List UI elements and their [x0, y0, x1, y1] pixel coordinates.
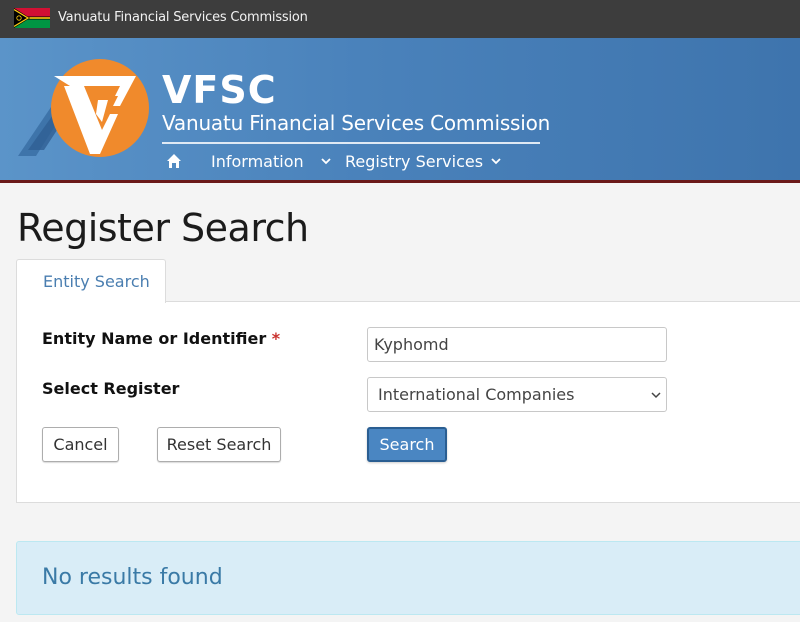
cancel-button[interactable]: Cancel — [42, 427, 119, 462]
register-select[interactable]: International Companies — [367, 377, 667, 412]
chevron-down-icon[interactable] — [321, 157, 331, 165]
brand-name: VFSC — [162, 68, 277, 112]
chevron-down-icon[interactable] — [491, 157, 501, 165]
required-marker: * — [271, 329, 281, 348]
register-select-value: International Companies — [378, 385, 575, 404]
alert-text: No results found — [42, 565, 223, 590]
tab-entity-search[interactable]: Entity Search — [16, 259, 166, 303]
select-register-label: Select Register — [42, 379, 180, 398]
search-button[interactable]: Search — [367, 427, 447, 462]
home-icon[interactable] — [166, 153, 182, 169]
brand-subtitle: Vanuatu Financial Services Commission — [162, 111, 551, 135]
entity-name-label-text: Entity Name or Identifier — [42, 329, 267, 348]
tab-label: Entity Search — [43, 272, 150, 291]
vanuatu-flag-icon — [14, 8, 50, 28]
nav-item-registry-services[interactable]: Registry Services — [345, 152, 483, 171]
site-title: Vanuatu Financial Services Commission — [58, 10, 308, 25]
brand-rule — [162, 142, 540, 144]
header-divider — [0, 180, 800, 183]
no-results-alert: No results found — [16, 541, 800, 615]
reset-search-button[interactable]: Reset Search — [157, 427, 281, 462]
page-title: Register Search — [17, 206, 309, 250]
chevron-down-icon — [651, 392, 661, 399]
vfsc-logo-icon[interactable] — [14, 58, 149, 160]
top-bar: Vanuatu Financial Services Commission — [0, 0, 800, 38]
entity-name-input[interactable] — [367, 327, 667, 362]
nav-item-information[interactable]: Information — [211, 152, 304, 171]
entity-name-label: Entity Name or Identifier * — [42, 329, 280, 348]
